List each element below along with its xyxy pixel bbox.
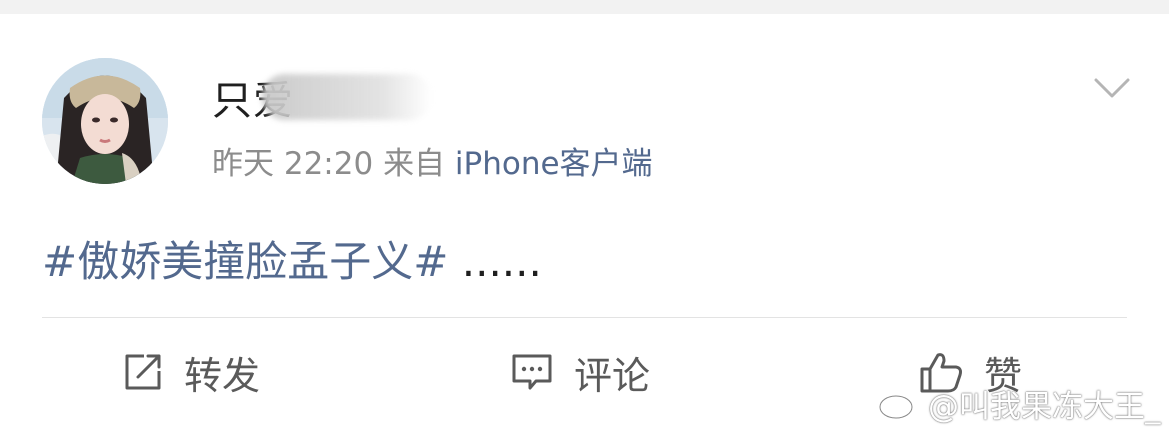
post-source[interactable]: iPhone客户端 xyxy=(455,146,653,182)
chevron-down-icon[interactable] xyxy=(1094,72,1130,102)
comment-icon xyxy=(512,354,552,390)
username-redaction-blur xyxy=(262,74,432,120)
post-time: 昨天 22:20 xyxy=(212,146,374,182)
share-icon xyxy=(125,354,161,390)
post-from-label: 来自 xyxy=(383,146,446,182)
action-divider xyxy=(42,317,1127,318)
comment-label: 评论 xyxy=(574,353,651,398)
weibo-post-card: 只爱 昨天 22:20 来自 iPhone客户端 #傲娇美撞脸孟子义# ....… xyxy=(0,14,1169,427)
repost-label: 转发 xyxy=(184,353,261,398)
watermark-text: @叫我果冻大王_ xyxy=(928,388,1161,425)
weibo-logo-icon xyxy=(878,389,920,420)
weibo-watermark: @叫我果冻大王_ xyxy=(878,380,1161,426)
post-hashtag[interactable]: #傲娇美撞脸孟子义# xyxy=(42,237,448,286)
post-text-rest: ...... xyxy=(448,237,542,286)
username-row[interactable]: 只爱 xyxy=(212,72,432,124)
post-meta: 昨天 22:20 来自 iPhone客户端 xyxy=(212,138,653,183)
avatar-image xyxy=(42,58,168,184)
user-avatar[interactable] xyxy=(42,58,168,184)
repost-button[interactable]: 转发 xyxy=(122,344,260,400)
comment-button[interactable]: 评论 xyxy=(510,344,650,400)
post-content: #傲娇美撞脸孟子义# ...... xyxy=(42,228,542,289)
